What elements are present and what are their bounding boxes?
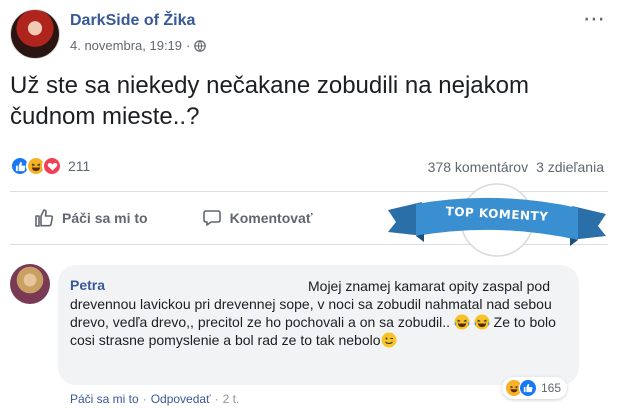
post-header: DarkSide of Žika 4. novembra, 19:19 · ⋯ xyxy=(10,8,610,63)
reaction-count: 211 xyxy=(68,158,91,174)
like-icon xyxy=(519,379,537,397)
like-button-label: Páči sa mi to xyxy=(62,210,148,226)
love-icon xyxy=(42,156,62,176)
laughing-emoji-icon xyxy=(474,314,490,330)
comment-like-link[interactable]: Páči sa mi to xyxy=(70,392,139,406)
comment-reaction-count: 165 xyxy=(541,381,562,395)
like-button[interactable]: Páči sa mi to xyxy=(34,208,148,228)
laughing-emoji-icon xyxy=(454,314,470,330)
commenter-avatar[interactable] xyxy=(10,264,50,304)
post-text: Už ste sa niekedy nečakane zobudili na n… xyxy=(10,72,529,130)
comment-button-label: Komentovať xyxy=(229,210,313,226)
comment-icon xyxy=(202,210,221,226)
comment-time[interactable]: 2 t. xyxy=(223,392,240,406)
shares-count-link[interactable]: 3 zdieľania xyxy=(536,159,604,175)
globe-icon xyxy=(194,39,207,52)
reactions-summary[interactable]: 211 xyxy=(10,156,90,176)
comment-action-separator: · xyxy=(142,392,147,406)
comment-actions: Páči sa mi to · Odpovedať · 2 t. xyxy=(70,392,239,406)
top-comments-ribbon: TOP KOMENTY xyxy=(382,182,612,258)
comments-count-link[interactable]: 378 komentárov xyxy=(428,159,528,175)
author-name[interactable]: DarkSide of Žika xyxy=(70,12,195,30)
author-avatar[interactable] xyxy=(10,9,60,59)
more-options-icon[interactable]: ⋯ xyxy=(583,8,606,30)
meta-separator: · xyxy=(186,38,191,53)
comment-reply-link[interactable]: Odpovedať xyxy=(151,392,211,406)
comment-reactions[interactable]: 165 xyxy=(502,377,568,399)
thumbs-up-icon xyxy=(35,209,54,227)
wink-emoji-icon xyxy=(381,332,397,348)
post-timestamp[interactable]: 4. novembra, 19:19 xyxy=(70,38,182,53)
comment-action-separator: · xyxy=(214,392,219,406)
post-meta: 4. novembra, 19:19 · xyxy=(70,38,207,53)
post-stats: 378 komentárov 3 zdieľania xyxy=(428,159,604,175)
comment-text: Mojej znamej kamarat opity zaspal pod dr… xyxy=(70,277,570,349)
comment-button[interactable]: Komentovať xyxy=(202,208,313,228)
comment-bubble: Petra Mojej znamej kamarat opity zaspal … xyxy=(58,265,579,385)
